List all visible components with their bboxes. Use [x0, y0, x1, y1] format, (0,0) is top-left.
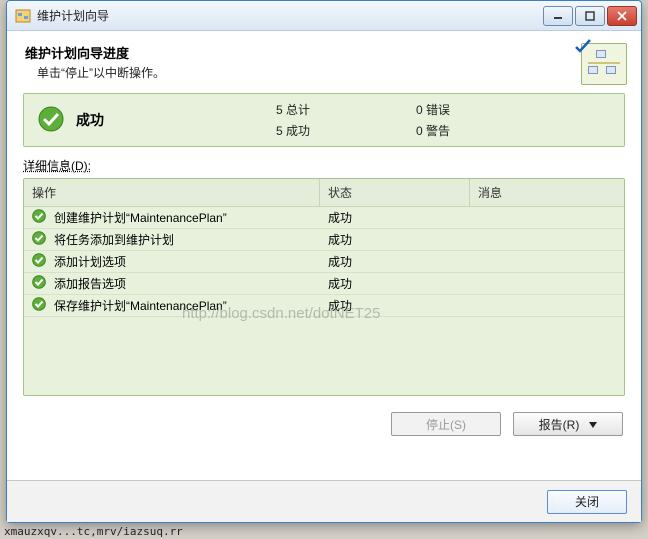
content-area: 维护计划向导进度 单击“停止”以中断操作。 成功 5 总计 0 错误 5 成功 …	[7, 31, 641, 522]
success-icon	[32, 275, 46, 292]
table-row[interactable]: 保存维护计划“MaintenancePlan” 成功	[24, 295, 624, 317]
success-icon	[32, 253, 46, 270]
wizard-window: 维护计划向导 维护计划向导进度 单击“停止”以中断操作。	[6, 0, 642, 523]
row-status: 成功	[328, 275, 352, 292]
table-row[interactable]: 添加报告选项 成功	[24, 273, 624, 295]
row-status: 成功	[328, 209, 352, 226]
maximize-button[interactable]	[575, 6, 605, 26]
status-label: 成功	[76, 110, 276, 130]
warn-count: 0	[416, 124, 423, 138]
window-title: 维护计划向导	[37, 7, 543, 24]
background-text: xmauzxqv...tc,mrv/iazsuq.rr	[4, 525, 183, 538]
table-row[interactable]: 创建维护计划“MaintenancePlan” 成功	[24, 207, 624, 229]
success-count: 5	[276, 124, 283, 138]
th-status[interactable]: 状态	[320, 179, 470, 207]
row-action: 将任务添加到维护计划	[54, 231, 174, 248]
action-buttons: 停止(S) 报告(R)	[19, 412, 623, 436]
row-action: 保存维护计划“MaintenancePlan”	[54, 297, 227, 314]
row-status: 成功	[328, 253, 352, 270]
row-action: 添加报告选项	[54, 275, 126, 292]
success-label: 成功	[286, 124, 310, 138]
total-count: 5	[276, 103, 283, 117]
header-row: 维护计划向导进度 单击“停止”以中断操作。	[25, 43, 627, 85]
success-icon	[38, 106, 64, 135]
page-subtitle: 单击“停止”以中断操作。	[25, 64, 581, 81]
row-action: 添加计划选项	[54, 253, 126, 270]
close-button[interactable]	[607, 6, 637, 26]
row-status: 成功	[328, 231, 352, 248]
details-table: 操作 状态 消息 创建维护计划“MaintenancePlan”成功将任务添加到…	[23, 178, 625, 396]
details-label: 详细信息(D):	[23, 157, 625, 174]
success-icon	[32, 209, 46, 226]
minimize-button[interactable]	[543, 6, 573, 26]
success-icon	[32, 297, 46, 314]
report-button[interactable]: 报告(R)	[513, 412, 623, 436]
window-buttons	[543, 6, 637, 26]
app-icon	[15, 8, 31, 24]
chevron-down-icon	[589, 417, 597, 431]
table-row[interactable]: 将任务添加到维护计划 成功	[24, 229, 624, 251]
table-header: 操作 状态 消息	[24, 179, 624, 207]
error-count: 0	[416, 103, 423, 117]
table-row[interactable]: 添加计划选项 成功	[24, 251, 624, 273]
report-button-label: 报告(R)	[539, 416, 580, 433]
close-button-label: 关闭	[575, 493, 599, 510]
titlebar[interactable]: 维护计划向导	[7, 1, 641, 31]
row-action: 创建维护计划“MaintenancePlan”	[54, 209, 227, 226]
stop-button-label: 停止(S)	[426, 416, 466, 433]
th-message[interactable]: 消息	[470, 179, 624, 207]
th-action[interactable]: 操作	[24, 179, 320, 207]
footer: 关闭	[7, 480, 641, 522]
warn-label: 警告	[426, 124, 450, 138]
status-summary: 成功 5 总计 0 错误 5 成功 0 警告	[23, 93, 625, 147]
page-title: 维护计划向导进度	[25, 43, 581, 62]
error-label: 错误	[426, 103, 450, 117]
success-icon	[32, 231, 46, 248]
close-dialog-button[interactable]: 关闭	[547, 490, 627, 514]
row-status: 成功	[328, 297, 352, 314]
stop-button: 停止(S)	[391, 412, 501, 436]
wizard-progress-icon	[581, 43, 627, 85]
total-label: 总计	[286, 103, 310, 117]
